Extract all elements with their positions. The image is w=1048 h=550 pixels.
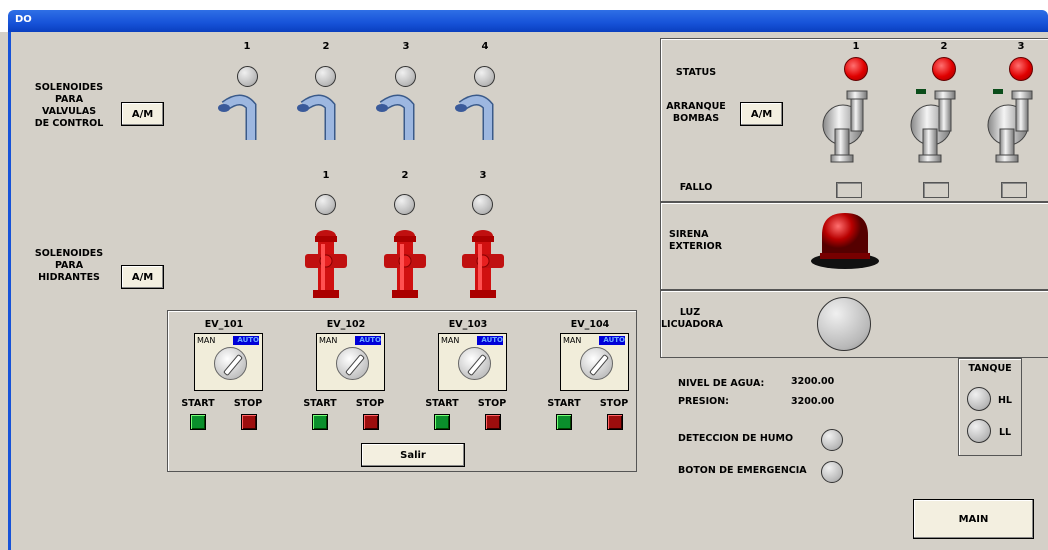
hydrant-number-3: 3 xyxy=(479,170,487,181)
valves-mode-button[interactable]: A/M xyxy=(121,102,164,126)
pump-number-1: 1 xyxy=(852,41,860,52)
hydrant-indicator-3 xyxy=(472,194,493,215)
window-title-bar: DO xyxy=(0,0,1048,32)
hydrant-number-1: 1 xyxy=(322,170,330,181)
siren-panel: SIRENA EXTERIOR xyxy=(660,202,1048,290)
pump-status-2 xyxy=(932,57,956,81)
valve-number-2: 2 xyxy=(322,41,330,52)
selector-knob-icon xyxy=(580,347,613,380)
ev-103-start-label: START xyxy=(425,398,459,409)
hydrant-number-2: 2 xyxy=(401,170,409,181)
ev-104-stop-button[interactable] xyxy=(607,414,623,430)
ev-101-start-label: START xyxy=(181,398,215,409)
emergency-button-label: BOTON DE EMERGENCIA xyxy=(678,465,807,476)
blender-light-indicator xyxy=(817,297,871,351)
tank-panel: TANQUE HL LL xyxy=(958,358,1022,456)
ev-104-stop-label: STOP xyxy=(599,398,629,409)
valve-indicator-2 xyxy=(315,66,336,87)
hydrant-indicator-2 xyxy=(394,194,415,215)
valve-indicator-4 xyxy=(474,66,495,87)
ev-102-stop-label: STOP xyxy=(355,398,385,409)
pressure-label: PRESION: xyxy=(678,396,729,407)
tank-low-indicator xyxy=(967,419,991,443)
main-frame: SOLENOIDES PARA VALVULAS DE CONTROL A/M … xyxy=(8,32,1048,550)
ev-103-stop-label: STOP xyxy=(477,398,507,409)
ev-102-selector[interactable]: MAN AUTO xyxy=(316,333,385,391)
pump-status-1 xyxy=(844,57,868,81)
valve-number-4: 4 xyxy=(481,41,489,52)
pump-fault-3 xyxy=(1001,182,1027,198)
ev-unit-container: EV_101 MAN AUTO START STOP EV_102 MAN AU… xyxy=(168,311,638,473)
valves-label: SOLENOIDES PARA VALVULAS DE CONTROL xyxy=(34,82,104,129)
ev-101-start-button[interactable] xyxy=(190,414,206,430)
main-button[interactable]: MAIN xyxy=(913,499,1034,539)
hydrant-icons xyxy=(305,229,505,299)
tank-title: TANQUE xyxy=(968,363,1012,374)
ev-101-selector[interactable]: MAN AUTO xyxy=(194,333,263,391)
ev-103-man-label: MAN xyxy=(441,336,460,345)
ev-104-start-label: START xyxy=(547,398,581,409)
pump-status-3 xyxy=(1009,57,1033,81)
emergency-button-indicator xyxy=(821,461,843,483)
pumps-mode-button[interactable]: A/M xyxy=(740,102,783,126)
pump-fault-2 xyxy=(923,182,949,198)
ev-102-name: EV_102 xyxy=(326,319,366,330)
exit-button[interactable]: Salir xyxy=(361,443,465,467)
smoke-detection-indicator xyxy=(821,429,843,451)
blender-light-label: LUZ LICUADORA xyxy=(661,307,723,330)
ev-104-auto-label: AUTO xyxy=(599,336,625,345)
ev-panel: EV_101 MAN AUTO START STOP EV_102 MAN AU… xyxy=(167,310,637,472)
ev-103-selector[interactable]: MAN AUTO xyxy=(438,333,507,391)
selector-knob-icon xyxy=(214,347,247,380)
valve-number-1: 1 xyxy=(243,41,251,52)
selector-knob-icon xyxy=(458,347,491,380)
ev-103-stop-button[interactable] xyxy=(485,414,501,430)
selector-knob-icon xyxy=(336,347,369,380)
window-title: DO xyxy=(15,14,32,25)
valve-indicator-1 xyxy=(237,66,258,87)
tank-low-label: LL xyxy=(998,427,1012,438)
hydrant-indicator-1 xyxy=(315,194,336,215)
ev-103-auto-label: AUTO xyxy=(477,336,503,345)
ev-101-name: EV_101 xyxy=(204,319,244,330)
ev-102-start-label: START xyxy=(303,398,337,409)
tank-high-label: HL xyxy=(997,395,1012,406)
water-level-value: 3200.00 xyxy=(791,376,835,387)
pumps-start-label: ARRANQUE BOMBAS xyxy=(666,101,726,124)
pumps-status-label: STATUS xyxy=(675,67,717,78)
hydrants-mode-button[interactable]: A/M xyxy=(121,265,164,289)
blender-light-panel: LUZ LICUADORA xyxy=(660,290,1048,358)
ev-102-auto-label: AUTO xyxy=(355,336,381,345)
ev-101-auto-label: AUTO xyxy=(233,336,259,345)
ev-103-name: EV_103 xyxy=(448,319,488,330)
ev-101-stop-label: STOP xyxy=(233,398,263,409)
ev-104-name: EV_104 xyxy=(570,319,610,330)
ev-102-stop-button[interactable] xyxy=(363,414,379,430)
ev-102-man-label: MAN xyxy=(319,336,338,345)
ev-101-stop-button[interactable] xyxy=(241,414,257,430)
ev-103-start-button[interactable] xyxy=(434,414,450,430)
hydrants-label: SOLENOIDES PARA HIDRANTES xyxy=(34,248,104,283)
pump-fault-1 xyxy=(836,182,862,198)
siren-label: SIRENA EXTERIOR xyxy=(669,229,723,252)
water-level-label: NIVEL DE AGUA: xyxy=(678,378,765,389)
valve-indicator-3 xyxy=(395,66,416,87)
tank-high-indicator xyxy=(967,387,991,411)
pumps-panel: STATUS ARRANQUE BOMBAS A/M FALLO 1 2 3 xyxy=(660,38,1048,202)
siren-icon xyxy=(811,213,879,269)
ev-101-man-label: MAN xyxy=(197,336,216,345)
valve-pipes xyxy=(218,94,531,144)
pump-icons xyxy=(822,89,1033,163)
smoke-detection-label: DETECCION DE HUMO xyxy=(678,433,794,444)
ev-104-selector[interactable]: MAN AUTO xyxy=(560,333,629,391)
ev-102-start-button[interactable] xyxy=(312,414,328,430)
pressure-value: 3200.00 xyxy=(791,396,835,407)
ev-104-start-button[interactable] xyxy=(556,414,572,430)
pump-number-2: 2 xyxy=(940,41,948,52)
valve-number-3: 3 xyxy=(402,41,410,52)
pumps-fault-label: FALLO xyxy=(679,182,713,193)
ev-104-man-label: MAN xyxy=(563,336,582,345)
pump-number-3: 3 xyxy=(1017,41,1025,52)
